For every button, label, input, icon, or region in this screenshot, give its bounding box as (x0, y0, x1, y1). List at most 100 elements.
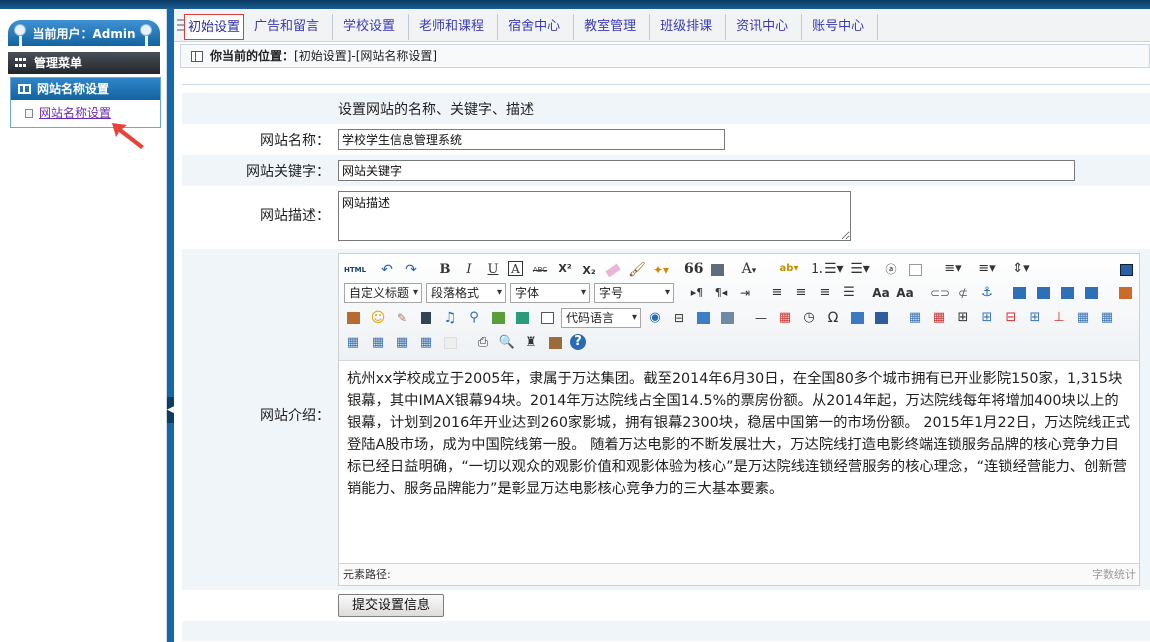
help-icon[interactable]: ? (570, 334, 586, 350)
chart-icon[interactable] (441, 334, 459, 352)
row-spacing-top-icon[interactable]: ≡▾ (940, 260, 966, 278)
underline-icon[interactable]: U (484, 261, 502, 279)
tab-class-schedule[interactable]: 班级排课 (650, 14, 727, 40)
paragraph-format-select[interactable]: 段落格式 (426, 283, 506, 303)
menu-group-header[interactable]: 网站名称设置 (11, 78, 160, 100)
insert-block-icon[interactable]: ⓐ (882, 261, 900, 279)
time-icon[interactable]: ◷ (800, 309, 818, 327)
delete-col-icon[interactable]: ⊥ (1050, 309, 1068, 327)
gmap-icon[interactable] (513, 309, 531, 327)
collapse-sidebar-icon[interactable]: ◀ (167, 397, 174, 423)
unlink-icon[interactable]: ⊄ (954, 284, 972, 302)
delete-row-icon[interactable]: ⊟ (1002, 309, 1020, 327)
bold-icon[interactable]: B (436, 261, 454, 279)
strikethrough-icon[interactable]: ABC (531, 261, 549, 279)
lowercase-icon[interactable]: Aa (896, 284, 914, 302)
custom-title-select[interactable]: 自定义标题 (344, 283, 422, 303)
direction-ltr-icon[interactable]: ▸¶ (688, 284, 706, 302)
tab-school-settings[interactable]: 学校设置 (333, 14, 410, 40)
insert-paragraph-before-table-icon[interactable]: ⊞ (954, 309, 972, 327)
horizontal-rule-icon[interactable]: — (752, 309, 770, 327)
format-brush-icon[interactable]: 🖌 (628, 261, 646, 279)
font-border-icon[interactable]: A (508, 261, 523, 276)
fullscreen-icon[interactable] (1117, 261, 1135, 279)
uppercase-icon[interactable]: Aa (872, 284, 890, 302)
sidebar-item-link[interactable]: 网站名称设置 (39, 106, 111, 120)
merge-down-icon[interactable]: ▦ (344, 334, 362, 352)
insert-frame-icon[interactable] (538, 309, 556, 327)
highlight-color-icon[interactable]: ab▾ (776, 260, 802, 278)
scrawl-icon[interactable]: ✎ (393, 309, 411, 327)
align-left-icon[interactable]: ≡ (768, 284, 786, 302)
image-center-icon[interactable] (1082, 284, 1100, 302)
preview-icon[interactable]: 🔍 (498, 334, 516, 352)
tab-classroom[interactable]: 教室管理 (574, 14, 651, 40)
insert-video-icon[interactable] (417, 309, 435, 327)
superscript-icon[interactable]: X² (556, 260, 574, 278)
word-image-icon[interactable] (848, 309, 866, 327)
sidebar-splitter[interactable]: ◀ (167, 9, 174, 642)
keywords-input[interactable] (338, 160, 1075, 181)
insert-image-icon[interactable] (1116, 284, 1134, 302)
merge-cells-icon[interactable]: ▦ (1074, 309, 1092, 327)
align-center-icon[interactable]: ≡ (792, 284, 810, 302)
insert-col-icon[interactable]: ⊞ (1026, 309, 1044, 327)
image-left-icon[interactable] (1034, 284, 1052, 302)
template-icon[interactable]: ⊟ (670, 309, 688, 327)
snapshot-icon[interactable] (718, 309, 736, 327)
emotion-icon[interactable]: ☺ (369, 309, 387, 327)
page-break-icon[interactable]: ◉ (646, 309, 664, 327)
map-icon[interactable] (489, 309, 507, 327)
submit-settings-button[interactable]: 提交设置信息 (338, 594, 444, 617)
clear-document-icon[interactable] (906, 261, 924, 279)
indent-icon[interactable]: ⇥ (736, 284, 754, 302)
tab-account-center[interactable]: 账号中心 (802, 14, 879, 40)
anchor-icon[interactable]: ⚓ (978, 284, 996, 302)
site-name-input[interactable] (338, 129, 725, 150)
split-to-cells-icon[interactable]: ▦ (369, 334, 387, 352)
insert-row-icon[interactable]: ⊞ (978, 309, 996, 327)
delete-table-icon[interactable]: ▦ (930, 309, 948, 327)
line-height-icon[interactable]: ⇕▾ (1008, 260, 1034, 278)
redo-icon[interactable]: ↷ (402, 261, 420, 279)
undo-icon[interactable]: ↶ (378, 261, 396, 279)
date-icon[interactable]: ▦ (776, 309, 794, 327)
tab-initial-settings[interactable]: 初始设置 (184, 14, 245, 40)
align-justify-icon[interactable]: ☰ (840, 284, 858, 302)
music-icon[interactable]: ♫ (441, 309, 459, 327)
font-size-select[interactable]: 字号 (594, 283, 674, 303)
tab-dormitory[interactable]: 宿舍中心 (498, 14, 575, 40)
image-none-icon[interactable] (1010, 284, 1028, 302)
ordered-list-icon[interactable]: ⒈☰▾ (810, 260, 844, 278)
tab-news-center[interactable]: 资讯中心 (726, 14, 803, 40)
background-icon[interactable] (694, 309, 712, 327)
link-icon[interactable]: ⊂⊃ (930, 284, 950, 302)
print-icon[interactable]: ⎙ (474, 334, 492, 352)
special-char-icon[interactable]: Ω (824, 309, 842, 327)
drafts-icon[interactable] (546, 334, 564, 352)
wordimage-icon[interactable] (872, 309, 890, 327)
unordered-list-icon[interactable]: ☰▾ (846, 260, 874, 278)
manage-menu-header[interactable]: 管理菜单 (8, 52, 160, 74)
split-to-cols-icon[interactable]: ▦ (417, 334, 435, 352)
align-right-icon[interactable]: ≡ (816, 284, 834, 302)
attachment-icon[interactable]: ⚲ (465, 309, 483, 327)
multi-image-icon[interactable] (344, 309, 362, 327)
html-source-icon[interactable]: HTML (344, 261, 366, 279)
tab-ads-messages[interactable]: 广告和留言 (244, 14, 334, 40)
font-color-icon[interactable]: A▾ (740, 260, 758, 278)
eraser-icon[interactable] (604, 261, 622, 279)
paste-plain-icon[interactable] (708, 261, 726, 279)
font-family-select[interactable]: 字体 (510, 283, 590, 303)
image-right-icon[interactable] (1058, 284, 1076, 302)
italic-icon[interactable]: I (460, 261, 478, 279)
split-to-rows-icon[interactable]: ▦ (393, 334, 411, 352)
code-language-select[interactable]: 代码语言 (561, 308, 641, 328)
auto-format-icon[interactable]: ✦▾ (652, 261, 670, 279)
blockquote-icon[interactable]: 66 (684, 260, 703, 278)
tab-teachers-courses[interactable]: 老师和课程 (409, 14, 499, 40)
search-replace-icon[interactable]: ♜ (522, 334, 540, 352)
direction-rtl-icon[interactable]: ¶◂ (712, 284, 730, 302)
description-textarea[interactable]: 网站描述 (338, 191, 851, 241)
insert-table-icon[interactable]: ▦ (906, 309, 924, 327)
